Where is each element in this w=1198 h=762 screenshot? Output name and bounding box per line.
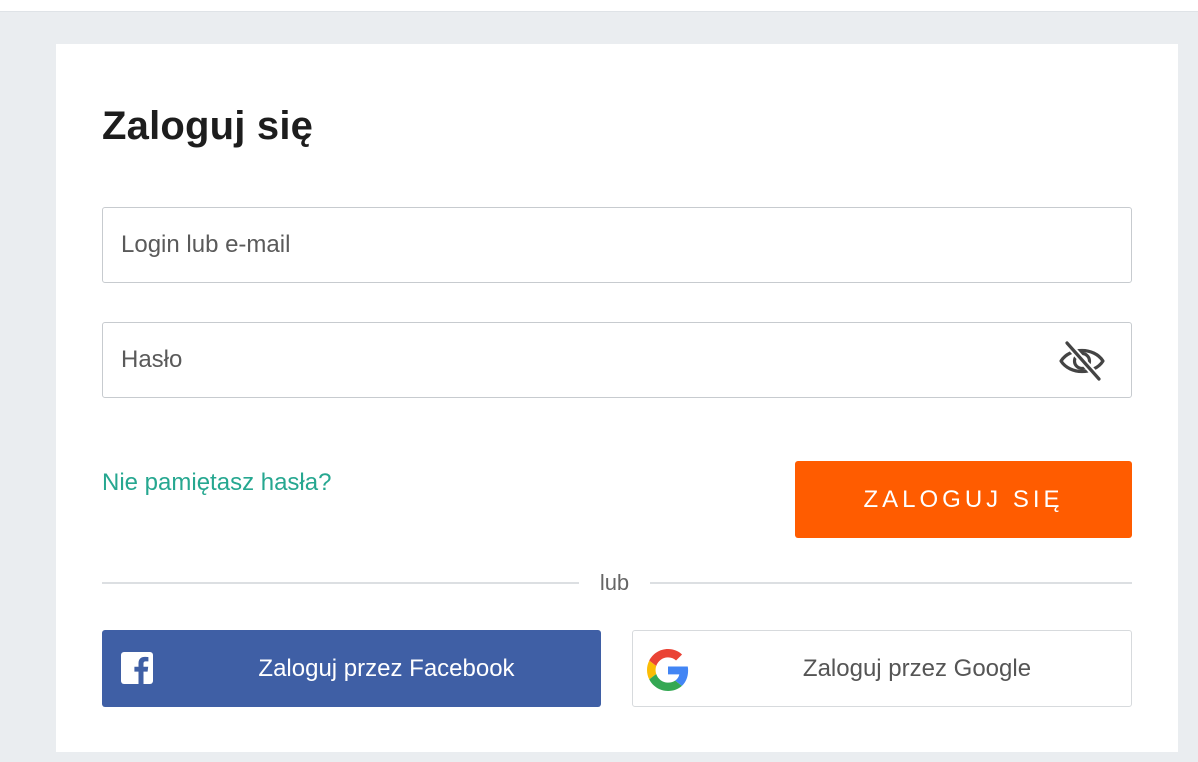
password-field[interactable] [102, 322, 1132, 398]
google-login-button[interactable]: Zaloguj przez Google [632, 630, 1132, 707]
forgot-password-link[interactable]: Nie pamiętasz hasła? [102, 468, 331, 498]
google-icon [647, 649, 689, 691]
login-field[interactable] [102, 207, 1132, 283]
facebook-login-label: Zaloguj przez Facebook [258, 655, 515, 682]
facebook-login-button[interactable]: Zaloguj przez Facebook [102, 630, 601, 707]
eye-slash-icon[interactable] [1057, 339, 1107, 383]
page-title: Zaloguj się [102, 104, 314, 148]
password-input[interactable] [103, 323, 1131, 397]
login-input[interactable] [103, 208, 1131, 282]
divider-line-right [650, 582, 1132, 584]
top-bar [0, 0, 1198, 12]
google-login-label: Zaloguj przez Google [802, 655, 1032, 682]
divider-text: lub [599, 570, 630, 595]
facebook-icon [121, 652, 153, 684]
login-card: Zaloguj się Nie pamiętasz hasła? ZALOGUJ… [56, 44, 1178, 752]
divider-line-left [102, 582, 579, 584]
login-button[interactable]: ZALOGUJ SIĘ [795, 461, 1132, 538]
or-divider: lub [102, 568, 1132, 598]
